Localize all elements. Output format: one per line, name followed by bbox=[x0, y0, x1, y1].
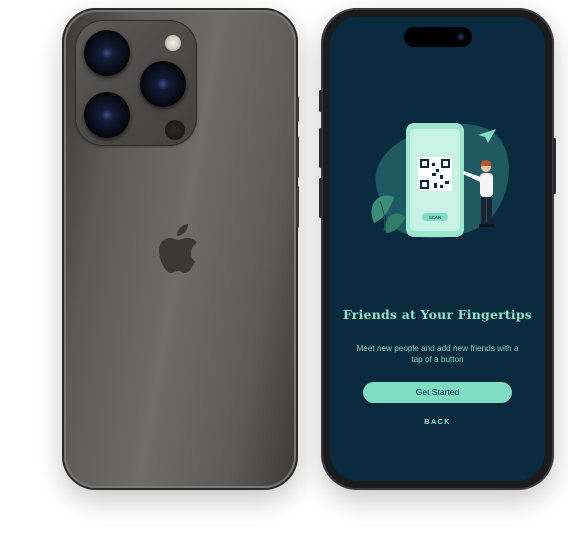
qr-scan-illustration: SCAN bbox=[371, 123, 509, 239]
qr-code-icon bbox=[418, 157, 452, 191]
side-button bbox=[296, 186, 299, 228]
onboarding-screen: SCAN Friends at Your Fingertips Meet new… bbox=[330, 17, 545, 481]
side-button bbox=[296, 136, 299, 178]
illustration-scan-label: SCAN bbox=[429, 215, 442, 220]
side-button bbox=[319, 178, 322, 218]
onboarding-subtitle: Meet new people and add new friends with… bbox=[356, 344, 519, 364]
apple-logo-icon bbox=[159, 224, 197, 273]
flash-icon bbox=[165, 35, 181, 51]
front-camera-icon bbox=[457, 33, 465, 41]
side-button bbox=[296, 96, 299, 122]
get-started-button[interactable]: Get Started bbox=[363, 382, 512, 403]
lidar-sensor-icon bbox=[165, 120, 185, 140]
dynamic-island bbox=[404, 27, 472, 47]
camera-lens-icon bbox=[84, 92, 130, 138]
side-button bbox=[553, 138, 556, 194]
phone-back bbox=[62, 8, 299, 490]
camera-module bbox=[75, 20, 197, 146]
onboarding-title: Friends at Your Fingertips bbox=[342, 307, 533, 322]
side-button bbox=[319, 128, 322, 168]
mockup-stage: SCAN Friends at Your Fingertips Meet new… bbox=[0, 0, 568, 557]
back-link[interactable]: BACK bbox=[330, 417, 545, 426]
side-button bbox=[319, 90, 322, 112]
phone-front: SCAN Friends at Your Fingertips Meet new… bbox=[319, 8, 556, 490]
camera-lens-icon bbox=[84, 30, 130, 76]
camera-lens-icon bbox=[140, 61, 186, 107]
